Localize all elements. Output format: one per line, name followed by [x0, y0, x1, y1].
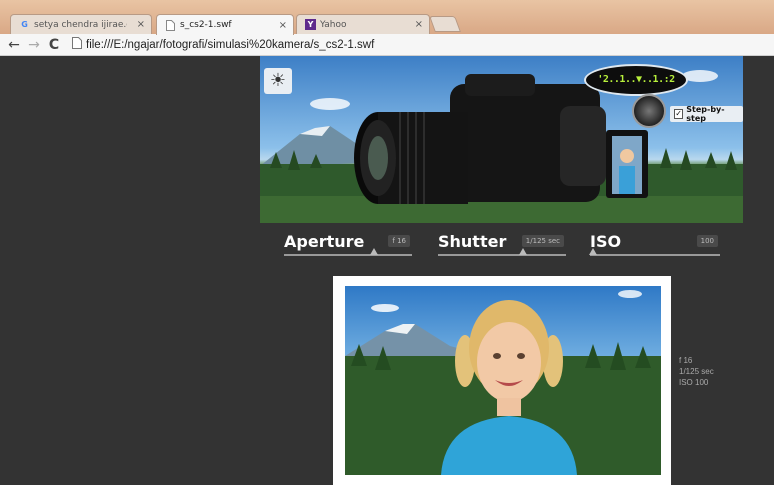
mode-dial-display: '2..1..▼..1.:2	[584, 64, 688, 96]
aperture-slider-track[interactable]	[284, 254, 412, 256]
iso-slider-thumb[interactable]	[589, 248, 597, 255]
camera-banner: ☀ '2..1..▼..1.:2 ✓ Step-by-step	[260, 56, 743, 223]
iso-control: ISO 100	[589, 232, 720, 260]
aperture-control: Aperture f 16	[284, 232, 414, 260]
shutter-slider-track[interactable]	[438, 254, 566, 256]
exposure-readout: f 16 1/125 sec ISO 100	[679, 355, 714, 388]
close-icon[interactable]: ×	[415, 19, 423, 30]
result-photo	[345, 286, 661, 475]
aperture-value: f 16	[388, 235, 410, 247]
forward-arrow-icon[interactable]: →	[24, 37, 44, 53]
step-by-step-label: Step-by-step	[686, 105, 725, 123]
back-arrow-icon[interactable]: ←	[4, 37, 24, 53]
iso-slider-track[interactable]	[590, 254, 720, 256]
google-g-icon: G	[21, 20, 28, 29]
page-icon	[72, 37, 82, 52]
address-bar[interactable]: file:///E:/ngajar/fotografi/simulasi%20k…	[72, 37, 374, 52]
tab-s-cs2-1[interactable]: s_cs2-1.swf ×	[156, 14, 294, 35]
tab-title: Yahoo	[320, 19, 347, 30]
new-tab-button[interactable]	[429, 16, 461, 32]
tab-title: s_cs2-1.swf	[180, 20, 232, 30]
close-icon[interactable]: ×	[137, 19, 145, 30]
checkmark-icon[interactable]: ✓	[674, 109, 684, 119]
reload-icon[interactable]: C	[44, 37, 64, 53]
flash-stage: ☀ '2..1..▼..1.:2 ✓ Step-by-step Aperture…	[0, 56, 774, 485]
tab-yahoo[interactable]: Y Yahoo ×	[296, 14, 430, 34]
step-by-step-checkbox[interactable]: ✓ Step-by-step	[670, 105, 743, 123]
brightness-sun-icon[interactable]: ☀	[264, 68, 292, 94]
shutter-value: 1/125 sec	[521, 235, 564, 247]
readout-iso: ISO 100	[679, 378, 709, 387]
aperture-slider-thumb[interactable]	[370, 248, 378, 255]
iso-value: 100	[696, 235, 718, 247]
close-icon[interactable]: ×	[279, 20, 287, 31]
yahoo-icon: Y	[305, 19, 316, 30]
photo-scene	[345, 290, 661, 475]
shutter-control: Shutter 1/125 sec	[438, 232, 568, 260]
shutter-release-button[interactable]	[632, 94, 666, 128]
browser-toolbar: ← → C file:///E:/ngajar/fotografi/simula…	[0, 34, 774, 56]
address-text[interactable]: file:///E:/ngajar/fotografi/simulasi%20k…	[86, 39, 374, 51]
tab-title: setya chendra ijirae.com -	[34, 19, 127, 30]
page-icon	[165, 19, 176, 31]
readout-aperture: f 16	[679, 356, 693, 365]
tab-setya-chendra[interactable]: G setya chendra ijirae.com - ×	[10, 14, 152, 34]
shutter-slider-thumb[interactable]	[519, 248, 527, 255]
readout-shutter: 1/125 sec	[679, 367, 714, 376]
browser-tab-bar: G setya chendra ijirae.com - × s_cs2-1.s…	[0, 0, 774, 35]
photo-frame	[333, 276, 671, 485]
shutter-label: Shutter	[438, 232, 507, 251]
aperture-label: Aperture	[284, 232, 365, 251]
